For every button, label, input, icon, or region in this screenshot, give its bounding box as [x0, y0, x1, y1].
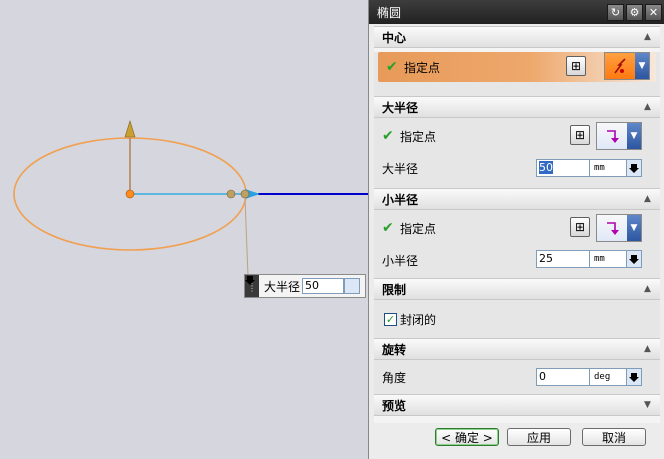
- minor-point-row[interactable]: ✔ 指定点 ⊞ ▼: [374, 210, 660, 246]
- section-limit-body: ✓ 封闭的: [374, 300, 660, 338]
- dialog-body: 中心 ▲ ✔ 指定点 ⊞ ▼ 大半径 ▲ ✔ 指定点 ⊞ ▼ 大半径 50 mm…: [374, 26, 660, 423]
- chevron-down-icon: ▼: [635, 53, 649, 79]
- major-radius-input[interactable]: 50: [536, 159, 590, 177]
- ellipse-dialog: 椭圆 ↻ ⚙ ✕ 中心 ▲ ✔ 指定点 ⊞ ▼ 大半径 ▲ ✔ 指定点 ⊞ ▼ …: [368, 0, 664, 459]
- major-radius-label: 大半径: [382, 161, 419, 176]
- cancel-button[interactable]: 取消: [582, 428, 646, 446]
- major-point-row[interactable]: ✔ 指定点 ⊞ ▼: [374, 118, 660, 154]
- dialog-title: 椭圆: [377, 5, 402, 20]
- section-major-body: ✔ 指定点 ⊞ ▼ 大半径 50 mm: [374, 118, 660, 188]
- leader-line: [244, 197, 249, 277]
- closed-row[interactable]: ✓ 封闭的: [374, 300, 660, 338]
- chevron-down-icon[interactable]: ▼: [641, 399, 654, 412]
- section-rotation-header[interactable]: 旋转 ▲: [374, 338, 660, 360]
- screen-input-box: ⋮ ⋮ 大半径 50: [244, 274, 366, 298]
- unit-label: mm: [590, 159, 626, 177]
- point-label: 指定点: [404, 60, 441, 75]
- section-center-header[interactable]: 中心 ▲: [374, 26, 660, 48]
- inferred-point-icon: [605, 53, 635, 79]
- close-icon: ✕: [648, 5, 659, 19]
- point-label: 指定点: [400, 129, 437, 144]
- closed-label: 封闭的: [400, 312, 437, 327]
- dialog-titlebar[interactable]: 椭圆 ↻ ⚙ ✕: [369, 0, 664, 24]
- checkmark-icon: ✔: [386, 59, 398, 75]
- angle-row: 角度 0 deg: [374, 360, 660, 394]
- point-dialog-button[interactable]: ⊞: [570, 217, 590, 237]
- value-options-dropdown[interactable]: [626, 250, 642, 268]
- reset-icon: ↻: [610, 5, 621, 19]
- point-dialog-button[interactable]: ⊞: [570, 125, 590, 145]
- section-title: 中心: [382, 30, 407, 45]
- unit-label: deg: [590, 368, 626, 386]
- major-radius-row: 大半径 50 mm: [374, 154, 660, 182]
- chevron-up-icon[interactable]: ▲: [641, 193, 654, 206]
- minor-radius-control: 25 mm: [536, 250, 642, 268]
- apply-button[interactable]: 应用: [507, 428, 571, 446]
- ok-button[interactable]: < 确定 >: [435, 428, 499, 446]
- point-snap-dropdown[interactable]: ▼: [596, 122, 642, 150]
- arrow-snap-icon: [597, 123, 627, 149]
- chevron-up-icon[interactable]: ▲: [641, 343, 654, 356]
- screen-input-dropdown[interactable]: [245, 276, 361, 294]
- section-minor-header[interactable]: 小半径 ▲: [374, 188, 660, 210]
- arrow-down-icon: [629, 255, 639, 264]
- center-point-row[interactable]: ✔ 指定点 ⊞ ▼: [378, 52, 656, 82]
- major-end-point[interactable]: [240, 189, 250, 199]
- major-handle-point[interactable]: [226, 189, 236, 199]
- reset-button[interactable]: ↻: [607, 3, 624, 21]
- section-title: 预览: [382, 398, 407, 413]
- point-dialog-button[interactable]: ⊞: [566, 56, 586, 76]
- gear-icon: ⚙: [629, 5, 640, 19]
- minor-radius-label: 小半径: [382, 253, 419, 268]
- point-constructor-icon: ⊞: [574, 220, 586, 234]
- chevron-down-icon: ▼: [627, 215, 641, 241]
- angle-input[interactable]: 0: [536, 368, 590, 386]
- minor-radius-row: 小半径 25 mm: [374, 246, 660, 274]
- center-point[interactable]: [125, 189, 135, 199]
- section-preview-header[interactable]: 预览 ▼: [374, 394, 660, 416]
- point-snap-dropdown[interactable]: ▼: [596, 214, 642, 242]
- value-options-dropdown[interactable]: [626, 368, 642, 386]
- minor-axis-arrow[interactable]: [124, 119, 136, 138]
- value-options-dropdown[interactable]: [626, 159, 642, 177]
- section-major-header[interactable]: 大半径 ▲: [374, 96, 660, 118]
- chevron-down-icon: ▼: [627, 123, 641, 149]
- minor-radius-input[interactable]: 25: [536, 250, 590, 268]
- screen-input-label: 大半径: [264, 279, 301, 294]
- point-constructor-icon: ⊞: [574, 128, 586, 142]
- section-minor-body: ✔ 指定点 ⊞ ▼ 小半径 25 mm: [374, 210, 660, 278]
- point-label: 指定点: [400, 221, 437, 236]
- checkmark-icon: ✔: [382, 128, 394, 144]
- angle-control: 0 deg: [536, 368, 642, 386]
- point-constructor-icon: ⊞: [570, 59, 582, 73]
- section-title: 限制: [382, 282, 407, 297]
- section-title: 大半径: [382, 100, 419, 115]
- unit-label: mm: [590, 250, 626, 268]
- section-rotation-body: 角度 0 deg: [374, 360, 660, 394]
- dialog-footer: < 确定 > 应用 取消: [374, 424, 660, 452]
- point-snap-dropdown[interactable]: ▼: [604, 52, 650, 80]
- checkmark-icon: ✔: [382, 220, 394, 236]
- section-title: 小半径: [382, 192, 419, 207]
- screen-input-field[interactable]: 50: [302, 278, 345, 294]
- arrow-down-icon: [629, 164, 639, 173]
- section-title: 旋转: [382, 342, 407, 357]
- chevron-up-icon[interactable]: ▲: [641, 31, 654, 44]
- arrow-snap-icon: [597, 215, 627, 241]
- chevron-up-icon[interactable]: ▲: [641, 283, 654, 296]
- major-radius-control: 50 mm: [536, 159, 642, 177]
- settings-button[interactable]: ⚙: [626, 3, 643, 21]
- angle-label: 角度: [382, 370, 407, 385]
- close-button[interactable]: ✕: [645, 3, 662, 21]
- section-limit-header[interactable]: 限制 ▲: [374, 278, 660, 300]
- chevron-up-icon[interactable]: ▲: [641, 101, 654, 114]
- arrow-down-icon: [245, 276, 255, 285]
- section-center-body: ✔ 指定点 ⊞ ▼: [374, 52, 660, 96]
- arrow-down-icon: [629, 373, 639, 382]
- closed-checkbox[interactable]: ✓: [384, 312, 397, 326]
